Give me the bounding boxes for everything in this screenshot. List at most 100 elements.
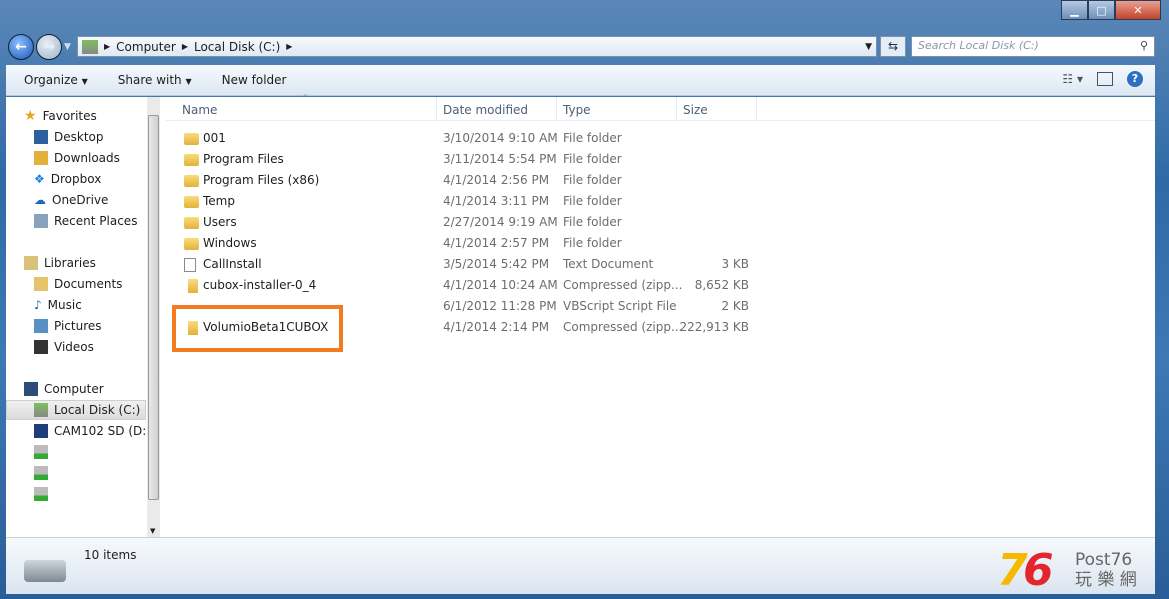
file-type: Compressed (zipp... [563, 278, 683, 292]
preview-pane-icon[interactable] [1097, 72, 1113, 86]
nav-documents[interactable]: Documents [34, 274, 122, 294]
search-icon[interactable]: ⚲ [1140, 39, 1148, 52]
file-row[interactable]: Temp 4/1/2014 3:11 PM File folder [176, 191, 756, 212]
file-type: VBScript Script File [563, 299, 677, 313]
nav-label: Dropbox [50, 172, 102, 186]
drive-icon [34, 403, 48, 417]
column-date[interactable]: Date modified [443, 103, 528, 117]
maximize-button[interactable]: □ [1088, 0, 1115, 20]
close-button[interactable]: ✕ [1115, 0, 1161, 20]
file-date: 4/1/2014 2:14 PM [443, 320, 550, 334]
nav-computer[interactable]: Computer [24, 379, 104, 399]
file-date: 4/1/2014 2:57 PM [443, 236, 550, 250]
sort-ascending-icon: ^ [302, 93, 309, 102]
file-row[interactable]: cubox-installer-0_4 4/1/2014 10:24 AM Comp… [176, 275, 756, 296]
view-options-icon[interactable]: ☷ ▾ [1062, 72, 1083, 86]
nav-onedrive[interactable]: ☁ OneDrive [34, 190, 108, 210]
nav-recent-places[interactable]: Recent Places [34, 211, 137, 231]
file-row[interactable]: Program Files (x86) 4/1/2014 2:56 PM File … [176, 170, 756, 191]
column-size[interactable]: Size [683, 103, 708, 117]
nav-network-drive[interactable] [34, 484, 48, 504]
nav-label: Pictures [54, 319, 102, 333]
folder-icon [184, 238, 199, 250]
file-date: 3/5/2014 5:42 PM [443, 257, 550, 271]
nav-sd-card[interactable]: CAM102 SD (D:) [34, 421, 151, 441]
nav-music[interactable]: ♪ Music [34, 295, 82, 315]
zip-icon [184, 279, 198, 293]
folder-icon [184, 217, 199, 229]
navigation-pane: ★ Favorites Desktop Downloads ❖ Dropbox ☁ O… [6, 97, 160, 537]
organize-button[interactable]: Organize ▼ [24, 73, 88, 87]
back-button[interactable]: ← [8, 34, 34, 60]
nav-label: Libraries [44, 256, 96, 270]
network-drive-icon [34, 466, 48, 480]
network-drive-icon [34, 487, 48, 501]
search-placeholder: Search Local Disk (C:) [918, 39, 1039, 52]
column-type[interactable]: Type [563, 103, 591, 117]
window-controls: ▁ □ ✕ [1061, 0, 1161, 20]
file-type: Text Document [563, 257, 654, 271]
file-date: 4/1/2014 2:56 PM [443, 173, 550, 187]
file-row[interactable]: CallInstall 3/5/2014 5:42 PM Text Document… [176, 254, 756, 275]
nav-label: CAM102 SD (D:) [54, 424, 151, 438]
sd-card-icon [34, 424, 48, 438]
post76-watermark-logo: 7 6 Post76 玩 樂 網 [997, 545, 1157, 596]
svg-text:6: 6 [1023, 547, 1054, 589]
star-icon: ★ [24, 108, 37, 124]
documents-icon [34, 277, 48, 291]
breadcrumb-computer[interactable]: Computer [116, 40, 176, 54]
nav-dropbox[interactable]: ❖ Dropbox [34, 169, 101, 189]
desktop-icon [34, 130, 48, 144]
nav-scrollbar[interactable]: ▼ [147, 97, 160, 537]
file-type: File folder [563, 131, 622, 145]
nav-downloads[interactable]: Downloads [34, 148, 120, 168]
nav-label: Local Disk (C:) [54, 403, 141, 417]
nav-label: Music [47, 298, 82, 312]
nav-network-drive[interactable] [34, 463, 48, 483]
drive-large-icon [24, 560, 66, 582]
file-size: 3 KB [721, 257, 749, 271]
nav-local-disk[interactable]: Local Disk (C:) [6, 400, 146, 420]
file-type: Compressed (zipp... [563, 320, 683, 334]
downloads-icon [34, 151, 48, 165]
folder-icon [184, 154, 199, 166]
file-row[interactable]: Users 2/27/2014 9:19 AM File folder [176, 212, 756, 233]
command-bar: Organize ▼ Share with ▼ New folder ☷ ▾ ? [6, 65, 1155, 96]
nav-pictures[interactable]: Pictures [34, 316, 102, 336]
file-row[interactable]: 001 3/10/2014 9:10 AM File folder [176, 128, 756, 149]
nav-favorites[interactable]: ★ Favorites [24, 106, 97, 126]
help-icon[interactable]: ? [1127, 71, 1143, 87]
share-with-button[interactable]: Share with ▼ [118, 73, 192, 87]
chevron-right-icon: ▶ [286, 42, 293, 51]
address-dropdown-icon[interactable]: ▼ [865, 42, 872, 52]
refresh-button[interactable]: ⇆ [880, 36, 906, 57]
status-bar: 10 items [6, 537, 1155, 594]
minimize-button[interactable]: ▁ [1061, 0, 1088, 20]
scroll-down-arrow[interactable]: ▼ [150, 527, 155, 535]
column-name[interactable]: Name [182, 103, 217, 117]
search-input[interactable]: Search Local Disk (C:) ⚲ [911, 36, 1155, 57]
network-drive-icon [34, 445, 48, 459]
file-type: File folder [563, 236, 622, 250]
file-name: CallInstall [203, 257, 262, 271]
column-headers: Name ^ Date modified Type Size [166, 93, 1155, 121]
highlight-box [172, 305, 343, 352]
nav-label: Desktop [54, 130, 104, 144]
file-size: 8,652 KB [694, 278, 749, 292]
file-row[interactable]: Program Files 3/11/2014 5:54 PM File folde… [176, 149, 756, 170]
nav-desktop[interactable]: Desktop [34, 127, 104, 147]
new-folder-button[interactable]: New folder [222, 73, 287, 87]
nav-label: OneDrive [52, 193, 109, 207]
folder-icon [184, 133, 199, 145]
scrollbar-thumb[interactable] [148, 115, 159, 500]
recent-pages-dropdown[interactable]: ▼ [64, 42, 71, 52]
nav-network-drive[interactable] [34, 442, 48, 462]
forward-button[interactable]: → [36, 34, 62, 60]
nav-libraries[interactable]: Libraries [24, 253, 96, 273]
nav-videos[interactable]: Videos [34, 337, 94, 357]
file-date: 2/27/2014 9:19 AM [443, 215, 558, 229]
address-bar[interactable]: ▶ Computer ▶ Local Disk (C:) ▶ ▼ [77, 36, 877, 57]
breadcrumb-local-disk[interactable]: Local Disk (C:) [194, 40, 280, 54]
file-row[interactable]: Windows 4/1/2014 2:57 PM File folder [176, 233, 756, 254]
nav-label: Favorites [42, 109, 97, 123]
